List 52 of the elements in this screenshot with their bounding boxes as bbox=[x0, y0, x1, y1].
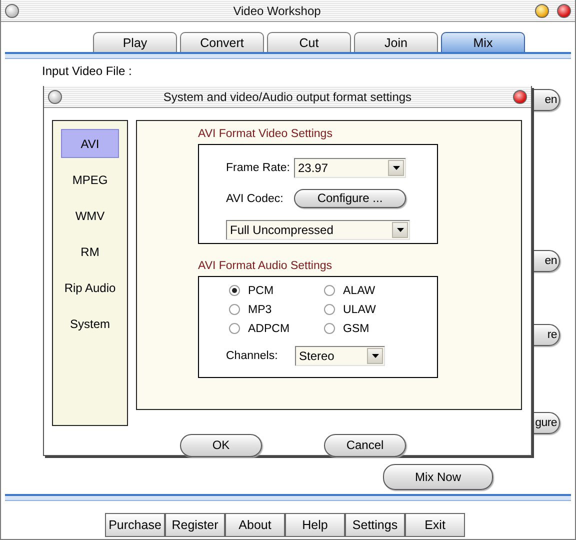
radio-button[interactable] bbox=[324, 304, 335, 315]
dialog-button[interactable]: Cancel bbox=[324, 434, 406, 457]
radio-button[interactable] bbox=[229, 285, 240, 296]
input-video-label: Input Video File : bbox=[42, 64, 132, 78]
radio-button[interactable] bbox=[324, 323, 335, 334]
close-button[interactable] bbox=[557, 4, 571, 18]
configure-button[interactable]: Configure ... bbox=[294, 189, 406, 208]
window-title: System and video/Audio output format settings bbox=[162, 90, 413, 104]
radio-label: MP3 bbox=[248, 304, 272, 316]
window-menu-button[interactable] bbox=[5, 4, 19, 18]
radio-button[interactable] bbox=[229, 323, 240, 334]
footer-button[interactable]: Exit bbox=[405, 513, 465, 537]
format-list-item[interactable]: System bbox=[61, 309, 119, 338]
tab[interactable]: Play bbox=[93, 32, 177, 52]
dropdown-arrow-icon bbox=[396, 228, 404, 232]
format-list-item[interactable]: AVI bbox=[61, 129, 119, 158]
footer-button[interactable]: Help bbox=[285, 513, 345, 537]
footer-button[interactable]: About bbox=[225, 513, 285, 537]
radio-button[interactable] bbox=[324, 285, 335, 296]
channels-dropdown[interactable]: Stereo bbox=[295, 346, 385, 366]
format-list-item[interactable]: Rip Audio bbox=[61, 273, 119, 302]
footer-button[interactable]: Purchase bbox=[105, 513, 165, 537]
codec-dropdown[interactable]: Full Uncompressed bbox=[226, 220, 410, 240]
minimize-button[interactable] bbox=[535, 4, 549, 18]
radio-label: PCM bbox=[248, 284, 274, 296]
footer-button[interactable]: Register bbox=[165, 513, 225, 537]
dialog-button[interactable]: OK bbox=[180, 434, 262, 457]
window-menu-button[interactable] bbox=[48, 90, 62, 104]
frame-rate-dropdown[interactable]: 23.97 bbox=[294, 158, 406, 178]
radio-label: ULAW bbox=[343, 304, 376, 316]
section-heading: AVI Format Audio Settings bbox=[198, 260, 334, 274]
radio-label: ADPCM bbox=[248, 322, 290, 334]
radio-button[interactable] bbox=[229, 304, 240, 315]
radio-label: GSM bbox=[343, 322, 370, 334]
channels-label: Channels: bbox=[226, 350, 279, 362]
tab[interactable]: Cut bbox=[267, 32, 351, 52]
tab[interactable]: Convert bbox=[180, 32, 264, 52]
section-heading: AVI Format Video Settings bbox=[198, 128, 334, 142]
mix-now-button[interactable]: Mix Now bbox=[383, 464, 493, 490]
dropdown-arrow-icon bbox=[372, 354, 378, 358]
format-list-item[interactable]: MPEG bbox=[61, 165, 119, 194]
close-button[interactable] bbox=[513, 90, 527, 104]
frame-rate-label: Frame Rate: bbox=[226, 162, 291, 174]
footer-button[interactable]: Settings bbox=[345, 513, 405, 537]
tab[interactable]: Join bbox=[354, 32, 438, 52]
window-title: Video Workshop bbox=[232, 4, 322, 18]
format-list-item[interactable]: WMV bbox=[61, 201, 119, 230]
format-list-item[interactable]: RM bbox=[61, 237, 119, 266]
dropdown-arrow-icon bbox=[392, 166, 400, 170]
codec-label: AVI Codec: bbox=[226, 192, 284, 205]
tab[interactable]: Mix bbox=[441, 32, 525, 52]
radio-label: ALAW bbox=[343, 284, 376, 296]
